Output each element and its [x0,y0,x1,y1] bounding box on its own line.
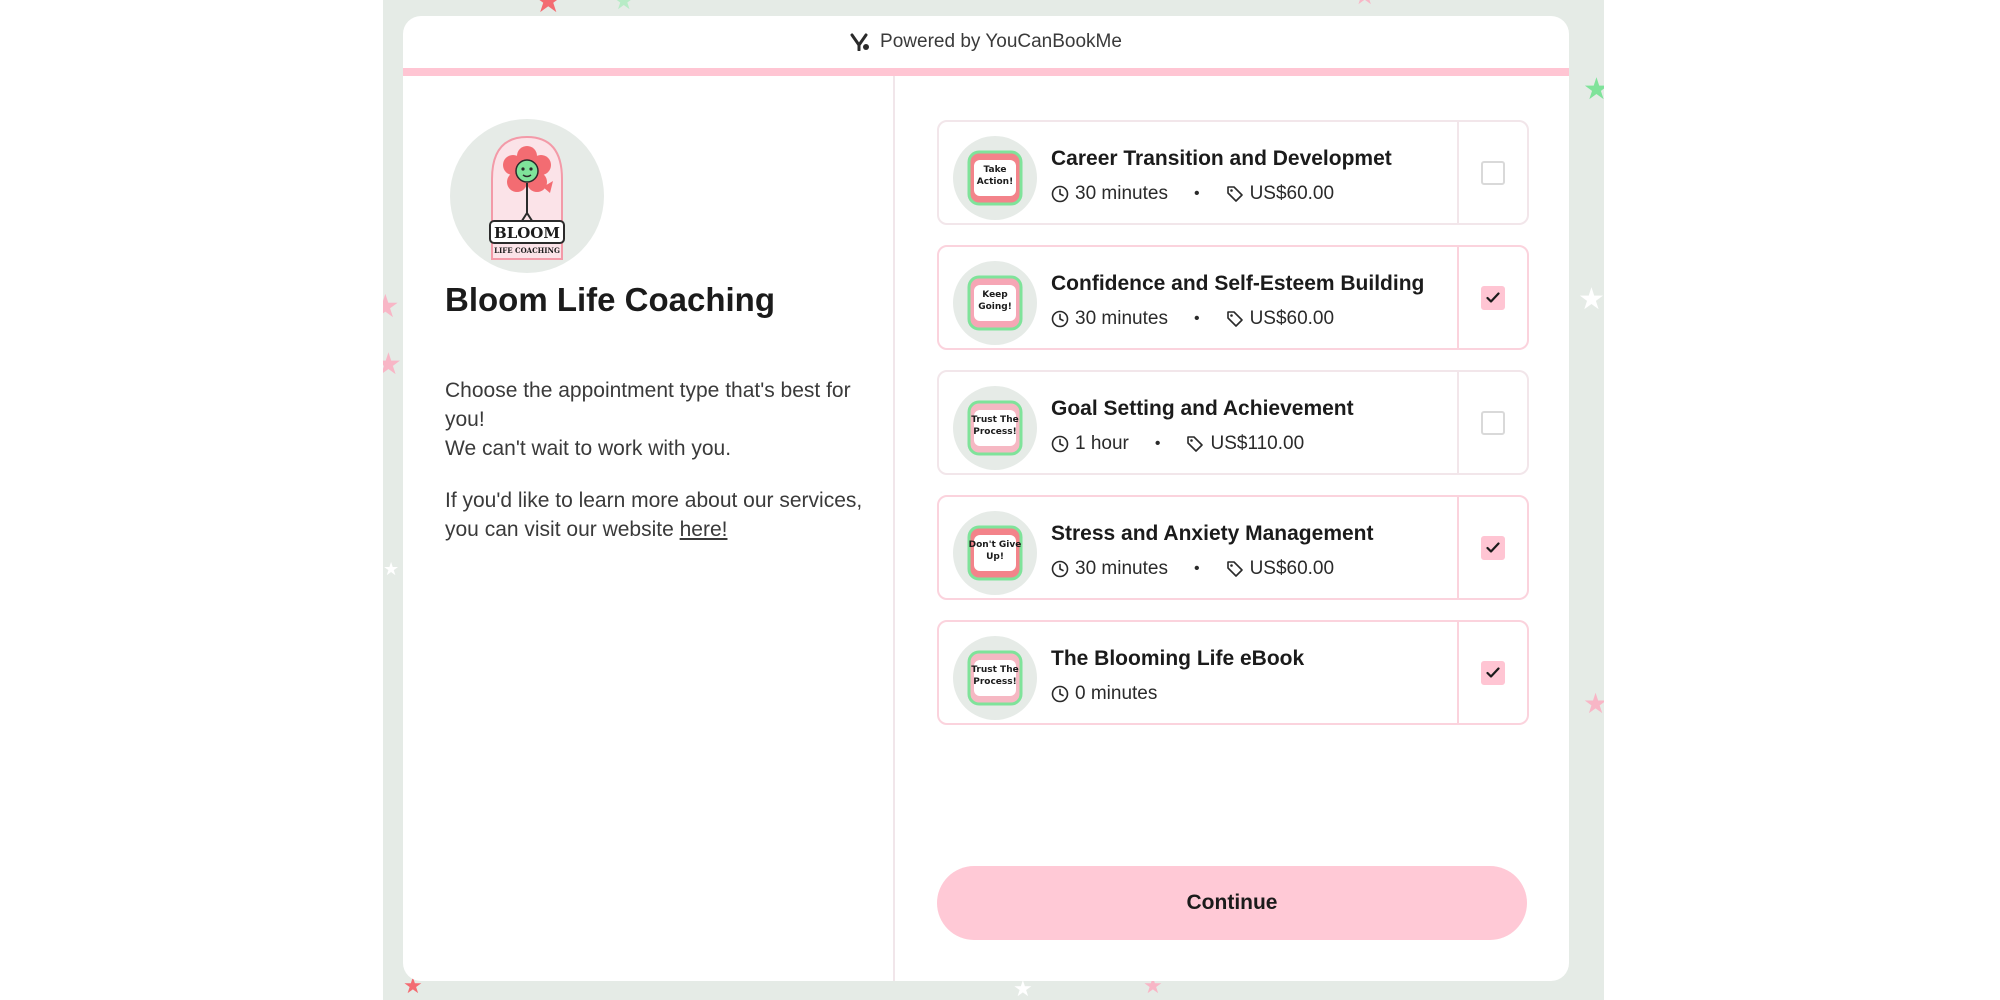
service-title: Goal Setting and Achievement [1051,397,1354,420]
description-line-1: Choose the appointment type that's best … [445,379,851,431]
service-price: US$60.00 [1249,308,1335,329]
select-column[interactable] [1457,122,1527,223]
powered-by-bar: Powered by YouCanBookMe [403,16,1569,76]
service-duration: 1 hour [1075,433,1129,454]
service-badge-image: Trust The Process! [953,636,1037,720]
service-info: Confidence and Self-Esteem Building 30 m… [1051,247,1457,348]
service-info: Goal Setting and Achievement 1 hour • US… [1051,372,1457,473]
service-badge-image: Don't Give Up! [953,511,1037,595]
meta-separator: • [1154,435,1161,452]
service-price: US$110.00 [1210,433,1305,454]
clock-icon [1051,185,1069,203]
service-meta: 0 minutes [1051,683,1447,705]
service-option[interactable]: Don't Give Up! Stress and Anxiety Managem… [937,495,1529,600]
star-decoration: ★ [1353,0,1376,8]
service-checkbox[interactable] [1481,410,1505,435]
star-decoration: ★ [1578,283,1604,316]
service-option[interactable]: Trust The Process! The Blooming Life eBoo… [937,620,1529,725]
meta-separator: • [1193,310,1200,327]
price-tag-icon [1226,310,1244,328]
price-tag-icon [1226,185,1244,203]
service-title: Stress and Anxiety Management [1051,522,1374,545]
youcanbookme-logo-icon [850,33,870,51]
profile-panel: BLOOM LIFE COACHING Bloom Life Coaching … [403,76,895,981]
service-option[interactable]: Keep Going! Confidence and Self-Esteem Bu… [937,245,1529,350]
website-link[interactable]: here! [680,518,728,541]
service-badge-image: Keep Going! [953,261,1037,345]
clock-icon [1051,435,1069,453]
checkmark-icon [1486,291,1500,303]
service-meta: 30 minutes • US$60.00 [1051,308,1447,330]
service-option[interactable]: Take Action! Career Transition and Develo… [937,120,1529,225]
service-duration: 30 minutes [1075,183,1168,204]
service-checkbox[interactable] [1481,660,1505,685]
star-decoration: ★ [613,0,635,15]
learn-more-text: If you'd like to learn more about our se… [445,489,863,541]
meta-separator: • [1193,185,1200,202]
service-badge-image: Trust The Process! [953,386,1037,470]
star-decoration: ★ [1013,976,1033,1000]
service-info: Career Transition and Developmet 30 minu… [1051,122,1457,223]
service-title: Confidence and Self-Esteem Building [1051,272,1425,295]
clock-icon [1051,685,1069,703]
price-tag-icon [1226,560,1244,578]
service-info: The Blooming Life eBook 0 minutes [1051,622,1457,723]
service-list: Take Action! Career Transition and Develo… [937,120,1529,745]
brand-logo: BLOOM LIFE COACHING [450,119,604,273]
powered-by-text[interactable]: Powered by YouCanBookMe [880,31,1122,53]
select-column[interactable] [1457,247,1527,348]
clock-icon [1051,560,1069,578]
service-price: US$60.00 [1249,558,1335,579]
continue-button[interactable]: Continue [937,866,1527,940]
meta-separator: • [1193,560,1200,577]
service-checkbox[interactable] [1481,285,1505,310]
select-column[interactable] [1457,372,1527,473]
booking-card: Powered by YouCanBookMe BLOOM LIFE COACH… [403,16,1569,981]
star-decoration: ★ [383,559,400,579]
service-checkbox[interactable] [1481,160,1505,185]
business-name: Bloom Life Coaching [445,281,775,318]
price-tag-icon [1186,435,1204,453]
description-line-2: We can't wait to work with you. [445,437,732,460]
star-decoration: ★ [383,348,402,381]
service-duration: 30 minutes [1075,558,1168,579]
service-option[interactable]: Trust The Process! Goal Setting and Achie… [937,370,1529,475]
star-decoration: ★ [1583,73,1604,106]
service-meta: 1 hour • US$110.00 [1051,433,1447,455]
service-price: US$60.00 [1249,183,1335,204]
select-column[interactable] [1457,497,1527,598]
checkmark-icon [1486,541,1500,553]
star-decoration: ★ [383,288,400,324]
profile-description: Choose the appointment type that's best … [445,376,865,567]
logo-sub-text: LIFE COACHING [494,246,560,255]
service-badge-image: Take Action! [953,136,1037,220]
service-meta: 30 minutes • US$60.00 [1051,558,1447,580]
service-meta: 30 minutes • US$60.00 [1051,183,1447,205]
service-duration: 0 minutes [1075,683,1158,704]
logo-main-text: BLOOM [494,224,560,242]
service-title: The Blooming Life eBook [1051,647,1305,670]
star-decoration: ★ [1583,688,1604,719]
checkmark-icon [1486,666,1500,678]
service-checkbox[interactable] [1481,535,1505,560]
service-duration: 30 minutes [1075,308,1168,329]
clock-icon [1051,310,1069,328]
service-info: Stress and Anxiety Management 30 minutes… [1051,497,1457,598]
select-column[interactable] [1457,622,1527,723]
service-title: Career Transition and Developmet [1051,147,1392,170]
